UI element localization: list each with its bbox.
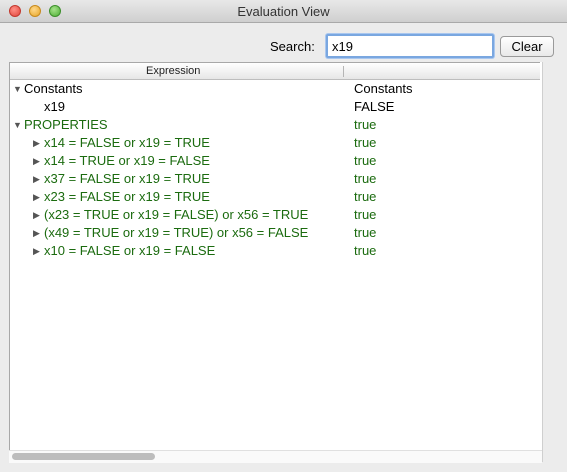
disclosure-triangle-down-icon[interactable]: ▼ bbox=[13, 84, 22, 94]
expression-column-header[interactable]: Expression bbox=[146, 65, 200, 77]
row-value: true bbox=[354, 135, 377, 150]
search-input[interactable] bbox=[326, 34, 494, 58]
table-header: Expression bbox=[10, 63, 541, 80]
window-title: Evaluation View bbox=[237, 4, 330, 19]
table-row[interactable]: ▶ x10 = FALSE or x19 = FALSE true bbox=[10, 242, 541, 260]
disclosure-triangle-down-icon[interactable]: ▼ bbox=[13, 120, 22, 130]
table-row[interactable]: ▶ (x23 = TRUE or x19 = FALSE) or x56 = TR… bbox=[10, 206, 541, 224]
row-expression: (x49 = TRUE or x19 = TRUE) or x56 = FALS… bbox=[44, 225, 309, 240]
row-value: FALSE bbox=[354, 99, 395, 114]
row-expression: Constants bbox=[24, 81, 83, 96]
evaluation-table[interactable]: Expression ▼ Constants Constants x19 FALSE ▼ P… bbox=[9, 62, 542, 462]
row-value: true bbox=[354, 189, 377, 204]
evaluation-window: Evaluation View Search: Clear Expression… bbox=[0, 0, 567, 472]
table-row[interactable]: ▶ (x49 = TRUE or x19 = TRUE) or x56 = FAL… bbox=[10, 224, 541, 242]
disclosure-triangle-right-icon[interactable]: ▶ bbox=[33, 156, 40, 167]
table-row[interactable]: ▶ x14 = TRUE or x19 = FALSE true bbox=[10, 152, 541, 170]
row-value: true bbox=[354, 171, 377, 186]
horizontal-scrollbar[interactable] bbox=[9, 450, 542, 463]
row-expression: (x23 = TRUE or x19 = FALSE) or x56 = TRU… bbox=[44, 207, 309, 222]
table-row[interactable]: ▶ x37 = FALSE or x19 = TRUE true bbox=[10, 170, 541, 188]
clear-button[interactable]: Clear bbox=[500, 36, 554, 57]
row-value: Constants bbox=[354, 81, 413, 96]
row-expression: PROPERTIES bbox=[24, 117, 108, 132]
row-value: true bbox=[354, 225, 377, 240]
row-value: true bbox=[354, 153, 377, 168]
horizontal-scroll-thumb[interactable] bbox=[12, 453, 155, 460]
table-edge bbox=[540, 62, 543, 462]
row-expression: x14 = FALSE or x19 = TRUE bbox=[44, 135, 210, 150]
row-value: true bbox=[354, 207, 377, 222]
row-value: true bbox=[354, 243, 377, 258]
table-row[interactable]: x19 FALSE bbox=[10, 98, 541, 116]
row-expression: x10 = FALSE or x19 = FALSE bbox=[44, 243, 216, 258]
disclosure-triangle-right-icon[interactable]: ▶ bbox=[33, 210, 40, 221]
row-expression: x37 = FALSE or x19 = TRUE bbox=[44, 171, 210, 186]
disclosure-triangle-right-icon[interactable]: ▶ bbox=[33, 138, 40, 149]
disclosure-triangle-right-icon[interactable]: ▶ bbox=[33, 174, 40, 185]
disclosure-triangle-right-icon[interactable]: ▶ bbox=[33, 192, 40, 203]
column-divider[interactable] bbox=[343, 66, 344, 77]
row-expression: x14 = TRUE or x19 = FALSE bbox=[44, 153, 210, 168]
table-row[interactable]: ▼ Constants Constants bbox=[10, 80, 541, 98]
table-row[interactable]: ▼ PROPERTIES true bbox=[10, 116, 541, 134]
disclosure-triangle-right-icon[interactable]: ▶ bbox=[33, 228, 40, 239]
search-label: Search: bbox=[270, 39, 315, 54]
row-expression: x23 = FALSE or x19 = TRUE bbox=[44, 189, 210, 204]
row-value: true bbox=[354, 117, 377, 132]
title-bar[interactable]: Evaluation View bbox=[0, 0, 567, 23]
table-row[interactable]: ▶ x23 = FALSE or x19 = TRUE true bbox=[10, 188, 541, 206]
table-row[interactable]: ▶ x14 = FALSE or x19 = TRUE true bbox=[10, 134, 541, 152]
row-expression: x19 bbox=[44, 99, 65, 114]
disclosure-triangle-right-icon[interactable]: ▶ bbox=[33, 246, 40, 257]
